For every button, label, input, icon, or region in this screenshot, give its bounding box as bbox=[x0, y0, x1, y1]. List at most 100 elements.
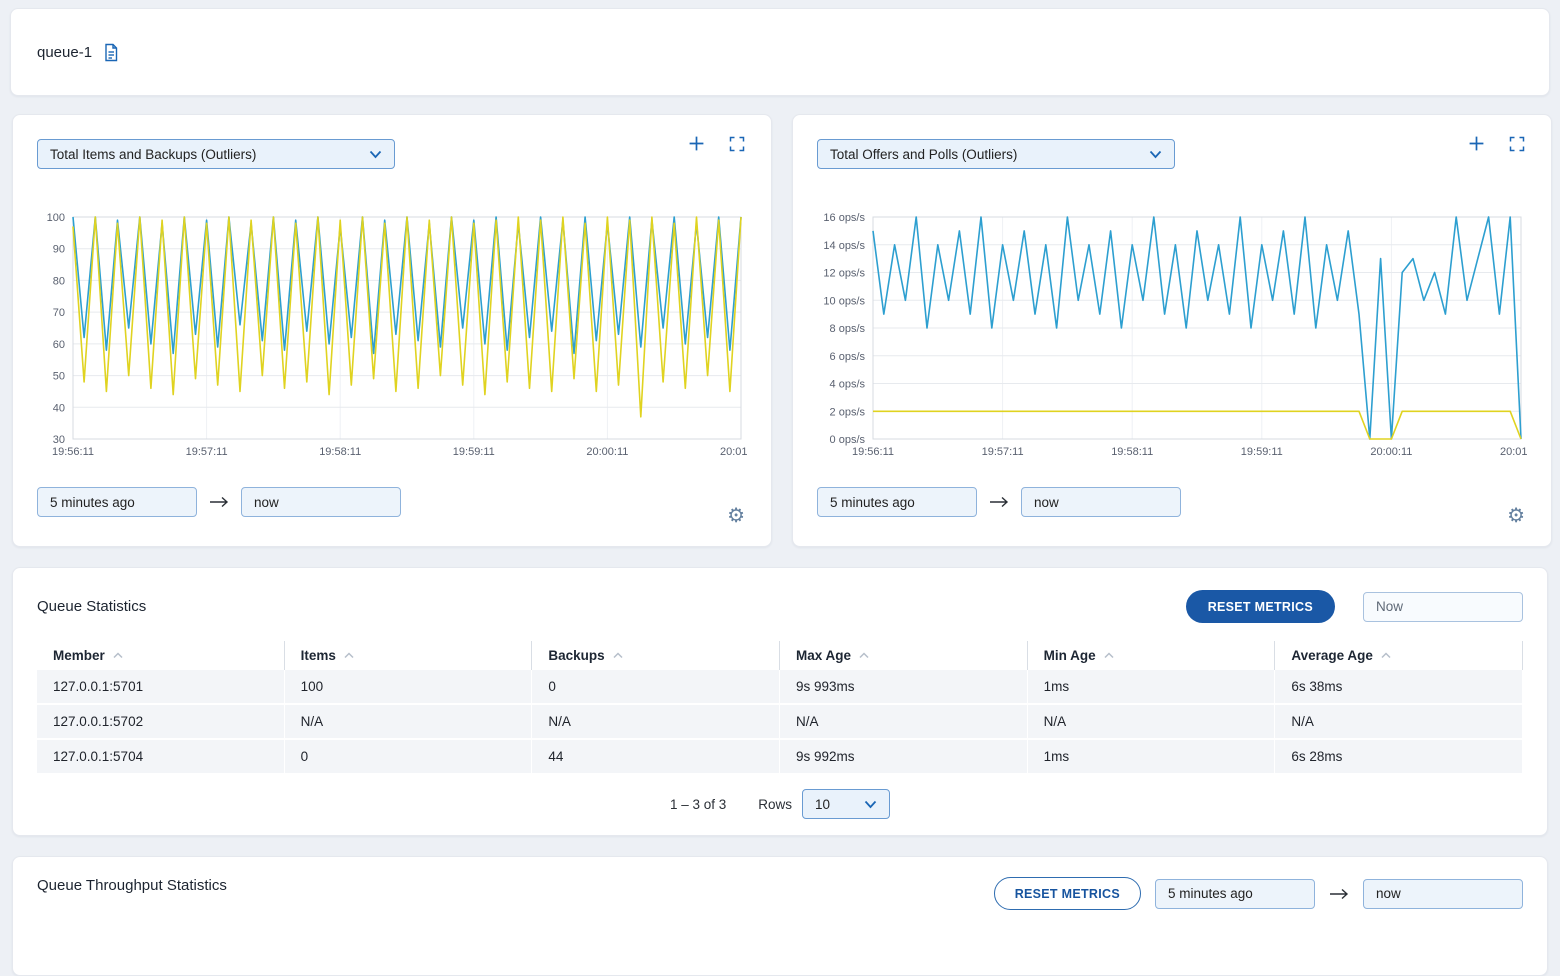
table-cell: 9s 993ms bbox=[780, 670, 1028, 703]
column-header[interactable]: Backups bbox=[532, 641, 780, 670]
column-header[interactable]: Items bbox=[285, 641, 533, 670]
gear-icon[interactable]: ⚙ bbox=[1507, 506, 1525, 526]
queue-statistics-card: Queue Statistics RESET METRICS Now Membe… bbox=[12, 567, 1548, 836]
table-cell: 1ms bbox=[1028, 740, 1276, 773]
table-cell: 127.0.0.1:5704 bbox=[37, 740, 285, 773]
chart-metric-select[interactable]: Total Items and Backups (Outliers) bbox=[37, 139, 395, 169]
charts-row: Total Items and Backups (Outliers) 19:56… bbox=[12, 114, 1548, 547]
svg-text:60: 60 bbox=[53, 339, 65, 351]
svg-text:90: 90 bbox=[53, 244, 65, 256]
table-cell: 127.0.0.1:5701 bbox=[37, 670, 285, 703]
table-cell: 44 bbox=[532, 740, 780, 773]
svg-text:19:57:11: 19:57:11 bbox=[982, 446, 1024, 458]
svg-text:80: 80 bbox=[53, 275, 65, 287]
table-cell: N/A bbox=[1028, 705, 1276, 738]
chart-metric-select[interactable]: Total Offers and Polls (Outliers) bbox=[817, 139, 1175, 169]
queue-title-card: queue-1 bbox=[10, 8, 1550, 96]
svg-text:50: 50 bbox=[53, 371, 65, 383]
svg-text:19:58:11: 19:58:11 bbox=[1111, 446, 1153, 458]
fullscreen-icon[interactable] bbox=[1509, 136, 1525, 152]
queue-statistics-table: MemberItemsBackupsMax AgeMin AgeAverage … bbox=[37, 641, 1523, 775]
table-cell: 0 bbox=[285, 740, 533, 773]
svg-text:6 ops/s: 6 ops/s bbox=[830, 351, 866, 363]
time-to-input[interactable]: now bbox=[1021, 487, 1181, 517]
pagination: 1 – 3 of 3 Rows 10 bbox=[37, 789, 1523, 819]
reset-metrics-button[interactable]: RESET METRICS bbox=[1186, 590, 1335, 623]
time-from-input[interactable]: 5 minutes ago bbox=[37, 487, 197, 517]
table-cell: 1ms bbox=[1028, 670, 1276, 703]
fullscreen-icon[interactable] bbox=[729, 136, 745, 152]
document-icon[interactable] bbox=[102, 43, 120, 62]
pagination-range: 1 – 3 of 3 bbox=[670, 797, 726, 812]
svg-text:19:59:11: 19:59:11 bbox=[453, 446, 495, 458]
svg-text:20:01:11: 20:01:11 bbox=[1500, 446, 1527, 458]
chart-metric-select-value: Total Items and Backups (Outliers) bbox=[50, 147, 256, 162]
add-chart-icon[interactable] bbox=[1468, 135, 1485, 152]
svg-text:40: 40 bbox=[53, 402, 65, 414]
table-cell: N/A bbox=[285, 705, 533, 738]
time-to-input[interactable]: now bbox=[241, 487, 401, 517]
svg-text:19:57:11: 19:57:11 bbox=[186, 446, 228, 458]
table-cell: N/A bbox=[1275, 705, 1523, 738]
svg-text:8 ops/s: 8 ops/s bbox=[830, 323, 866, 335]
column-header[interactable]: Min Age bbox=[1028, 641, 1276, 670]
sort-caret-icon bbox=[1104, 652, 1114, 659]
add-chart-icon[interactable] bbox=[688, 135, 705, 152]
page-title: queue-1 bbox=[37, 44, 92, 61]
gear-icon[interactable]: ⚙ bbox=[727, 506, 745, 526]
table-cell: 100 bbox=[285, 670, 533, 703]
chart-card-items-backups: Total Items and Backups (Outliers) 19:56… bbox=[12, 114, 772, 547]
svg-text:30: 30 bbox=[53, 434, 65, 446]
chevron-down-icon bbox=[864, 800, 877, 809]
table-header: MemberItemsBackupsMax AgeMin AgeAverage … bbox=[37, 641, 1523, 670]
time-to-input[interactable]: now bbox=[1363, 879, 1523, 909]
svg-text:19:58:11: 19:58:11 bbox=[319, 446, 361, 458]
svg-text:12 ops/s: 12 ops/s bbox=[823, 268, 865, 280]
rows-per-page-select[interactable]: 10 bbox=[802, 789, 890, 819]
column-header[interactable]: Member bbox=[37, 641, 285, 670]
table-row: 127.0.0.1:5702N/AN/AN/AN/AN/A bbox=[37, 705, 1523, 740]
table-cell: N/A bbox=[780, 705, 1028, 738]
sort-caret-icon bbox=[113, 652, 123, 659]
svg-text:70: 70 bbox=[53, 307, 65, 319]
queue-throughput-title: Queue Throughput Statistics bbox=[37, 877, 227, 894]
svg-text:16 ops/s: 16 ops/s bbox=[823, 212, 865, 224]
arrow-right-icon bbox=[209, 496, 229, 508]
items-backups-chart: 19:56:1119:57:1119:58:1119:59:1120:00:11… bbox=[37, 209, 747, 461]
svg-text:19:59:11: 19:59:11 bbox=[1241, 446, 1283, 458]
svg-text:20:01:11: 20:01:11 bbox=[720, 446, 747, 458]
svg-text:10 ops/s: 10 ops/s bbox=[823, 295, 865, 307]
table-cell: 9s 992ms bbox=[780, 740, 1028, 773]
chevron-down-icon bbox=[1149, 150, 1162, 159]
arrow-right-icon bbox=[1329, 888, 1349, 900]
chart-card-offers-polls: Total Offers and Polls (Outliers) 19:56:… bbox=[792, 114, 1552, 547]
queue-throughput-card: Queue Throughput Statistics RESET METRIC… bbox=[12, 856, 1548, 976]
table-row: 127.0.0.1:570110009s 993ms1ms6s 38ms bbox=[37, 670, 1523, 705]
table-body: 127.0.0.1:570110009s 993ms1ms6s 38ms127.… bbox=[37, 670, 1523, 775]
sort-caret-icon bbox=[859, 652, 869, 659]
rows-per-page-value: 10 bbox=[815, 797, 830, 812]
column-header[interactable]: Max Age bbox=[780, 641, 1028, 670]
stats-time-input[interactable]: Now bbox=[1363, 592, 1523, 622]
svg-text:4 ops/s: 4 ops/s bbox=[830, 379, 866, 391]
queue-statistics-title: Queue Statistics bbox=[37, 598, 146, 615]
table-row: 127.0.0.1:57040449s 992ms1ms6s 28ms bbox=[37, 740, 1523, 775]
svg-text:0 ops/s: 0 ops/s bbox=[830, 434, 866, 446]
time-from-input[interactable]: 5 minutes ago bbox=[1155, 879, 1315, 909]
svg-text:2 ops/s: 2 ops/s bbox=[830, 406, 866, 418]
table-cell: 127.0.0.1:5702 bbox=[37, 705, 285, 738]
arrow-right-icon bbox=[989, 496, 1009, 508]
offers-polls-chart: 19:56:11 19:57:11 19:58:11 19:59:11 20:00:11… bbox=[817, 209, 1527, 461]
chart-metric-select-value: Total Offers and Polls (Outliers) bbox=[830, 147, 1017, 162]
sort-caret-icon bbox=[344, 652, 354, 659]
time-from-input[interactable]: 5 minutes ago bbox=[817, 487, 977, 517]
sort-caret-icon bbox=[613, 652, 623, 659]
rows-per-page-label: Rows bbox=[758, 797, 792, 812]
svg-text:19:56:11: 19:56:11 bbox=[852, 446, 894, 458]
svg-text:19:56:11: 19:56:11 bbox=[52, 446, 94, 458]
column-header[interactable]: Average Age bbox=[1275, 641, 1523, 670]
table-cell: 6s 28ms bbox=[1275, 740, 1523, 773]
svg-text:20:00:11: 20:00:11 bbox=[1370, 446, 1412, 458]
reset-metrics-button[interactable]: RESET METRICS bbox=[994, 877, 1141, 910]
table-cell: N/A bbox=[532, 705, 780, 738]
